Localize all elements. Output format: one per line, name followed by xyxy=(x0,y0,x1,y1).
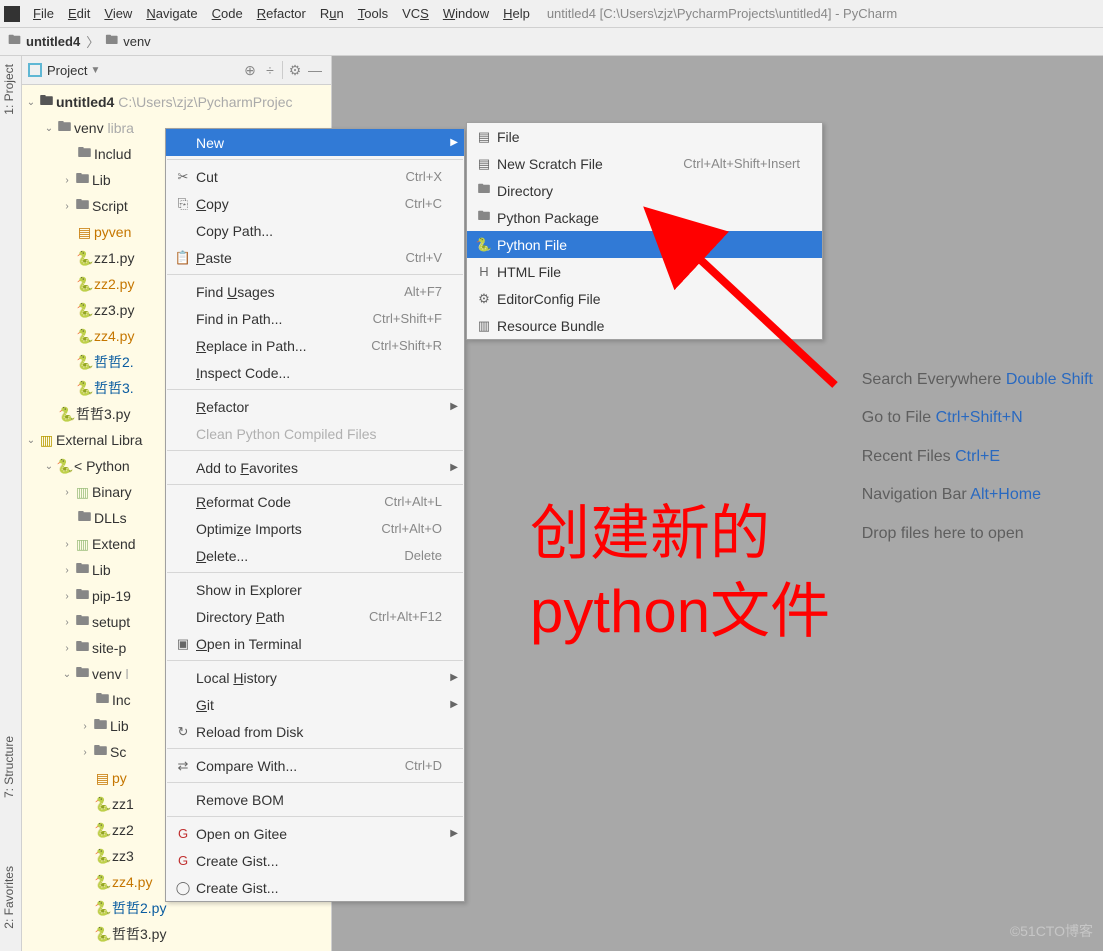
ctx-item[interactable]: Clean Python Compiled Files xyxy=(166,420,464,447)
submenu-item[interactable]: ⚙EditorConfig File xyxy=(467,285,822,312)
tip-drop: Drop files here to open xyxy=(862,525,1024,542)
ctx-item[interactable]: Git▶ xyxy=(166,691,464,718)
locate-button[interactable]: ⊕ xyxy=(240,60,260,80)
menu-run[interactable]: Run xyxy=(313,4,351,23)
menu-vcs[interactable]: VCS xyxy=(395,4,436,23)
tip-nav: Navigation Bar xyxy=(862,486,967,503)
ctx-item[interactable]: Directory PathCtrl+Alt+F12 xyxy=(166,603,464,630)
ctx-item[interactable]: Find UsagesAlt+F7 xyxy=(166,278,464,305)
ctx-item[interactable]: Inspect Code... xyxy=(166,359,464,386)
folder-icon: 🖿 xyxy=(105,31,118,53)
new-submenu: ▤File▤New Scratch FileCtrl+Alt+Shift+Ins… xyxy=(466,122,823,340)
tip-recent: Recent Files xyxy=(862,448,951,465)
submenu-item[interactable]: ▥Resource Bundle xyxy=(467,312,822,339)
hide-button[interactable]: — xyxy=(305,60,325,80)
submenu-item[interactable]: HHTML File xyxy=(467,258,822,285)
submenu-item[interactable]: ▤File xyxy=(467,123,822,150)
ctx-item[interactable]: ↻Reload from Disk xyxy=(166,718,464,745)
menu-bar: File Edit View Navigate Code Refactor Ru… xyxy=(0,0,1103,28)
annotation-text: 创建新的 python文件 xyxy=(530,495,830,651)
ctx-item[interactable]: Refactor▶ xyxy=(166,393,464,420)
rail-project[interactable]: 1: Project xyxy=(2,64,16,115)
ctx-item[interactable]: Replace in Path...Ctrl+Shift+R xyxy=(166,332,464,359)
collapse-button[interactable]: ÷ xyxy=(260,60,280,80)
tip-shortcut: Ctrl+E xyxy=(955,448,1000,465)
watermark: ©51CTO博客 xyxy=(1010,921,1093,941)
submenu-item[interactable]: ▤New Scratch FileCtrl+Alt+Shift+Insert xyxy=(467,150,822,177)
project-view-icon xyxy=(28,63,42,77)
ctx-item[interactable]: ⇄Compare With...Ctrl+D xyxy=(166,752,464,779)
rail-favorites[interactable]: 2: Favorites xyxy=(2,866,16,929)
menu-refactor[interactable]: Refactor xyxy=(250,4,313,23)
ctx-item[interactable]: Copy Path... xyxy=(166,217,464,244)
submenu-item[interactable]: 🖿Python Package xyxy=(467,204,822,231)
ctx-item[interactable]: Add to Favorites▶ xyxy=(166,454,464,481)
app-icon xyxy=(4,6,20,22)
ctx-item[interactable]: Show in Explorer xyxy=(166,576,464,603)
menu-edit[interactable]: Edit xyxy=(61,4,97,23)
ctx-item[interactable]: Find in Path...Ctrl+Shift+F xyxy=(166,305,464,332)
ctx-item[interactable]: ⎘CopyCtrl+C xyxy=(166,190,464,217)
ctx-item[interactable]: Optimize ImportsCtrl+Alt+O xyxy=(166,515,464,542)
menu-help[interactable]: Help xyxy=(496,4,537,23)
ctx-item[interactable]: Remove BOM xyxy=(166,786,464,813)
tip-shortcut: Ctrl+Shift+N xyxy=(936,409,1023,426)
chevron-down-icon[interactable]: ▼ xyxy=(90,65,100,76)
tree-root[interactable]: ⌄🖿untitled4 C:\Users\zjz\PycharmProjec xyxy=(22,89,331,115)
context-menu: New▶ ✂CutCtrl+X⎘CopyCtrl+CCopy Path...📋P… xyxy=(165,128,465,902)
ctx-item[interactable]: Delete...Delete xyxy=(166,542,464,569)
tip-shortcut: Double Shift xyxy=(1006,371,1093,388)
tree-newfolder[interactable]: ›🖿新建文件夹 (2) library root xyxy=(22,947,331,951)
tip-goto: Go to File xyxy=(862,409,931,426)
tip-search: Search Everywhere xyxy=(862,371,1002,388)
editor-tips: Search Everywhere Double Shift Go to Fil… xyxy=(862,361,1093,553)
chevron-icon: 〉 xyxy=(86,32,99,51)
menu-code[interactable]: Code xyxy=(205,4,250,23)
panel-title[interactable]: Project xyxy=(47,63,87,78)
ctx-item[interactable]: 📋PasteCtrl+V xyxy=(166,244,464,271)
ctx-item[interactable]: GOpen on Gitee▶ xyxy=(166,820,464,847)
ctx-item[interactable]: Reformat CodeCtrl+Alt+L xyxy=(166,488,464,515)
tree-zh3b[interactable]: 🐍哲哲3.py xyxy=(22,921,331,947)
submenu-item[interactable]: 🐍Python File xyxy=(467,231,822,258)
rail-structure[interactable]: 7: Structure xyxy=(2,736,16,798)
window-title: untitled4 [C:\Users\zjz\PycharmProjects\… xyxy=(547,6,897,21)
menu-file[interactable]: File xyxy=(26,4,61,23)
breadcrumb-root[interactable]: untitled4 xyxy=(26,34,80,49)
tip-shortcut: Alt+Home xyxy=(970,486,1041,503)
menu-navigate[interactable]: Navigate xyxy=(139,4,204,23)
ctx-item[interactable]: ▣Open in Terminal xyxy=(166,630,464,657)
ctx-new[interactable]: New▶ xyxy=(166,129,464,156)
breadcrumb: 🖿 untitled4 〉 🖿 venv xyxy=(0,28,1103,56)
gear-icon[interactable]: ⚙ xyxy=(285,60,305,80)
submenu-item[interactable]: 🖿Directory xyxy=(467,177,822,204)
ctx-item[interactable]: ✂CutCtrl+X xyxy=(166,163,464,190)
panel-header: Project ▼ ⊕ ÷ ⚙ — xyxy=(22,56,331,85)
menu-view[interactable]: View xyxy=(97,4,139,23)
breadcrumb-venv[interactable]: venv xyxy=(123,34,150,49)
left-tool-rail: 1: Project 7: Structure 2: Favorites xyxy=(0,56,22,951)
ctx-item[interactable]: GCreate Gist... xyxy=(166,847,464,874)
ctx-item[interactable]: ◯Create Gist... xyxy=(166,874,464,901)
ctx-item[interactable]: Local History▶ xyxy=(166,664,464,691)
menu-tools[interactable]: Tools xyxy=(351,4,395,23)
menu-window[interactable]: Window xyxy=(436,4,496,23)
folder-icon: 🖿 xyxy=(8,31,21,53)
